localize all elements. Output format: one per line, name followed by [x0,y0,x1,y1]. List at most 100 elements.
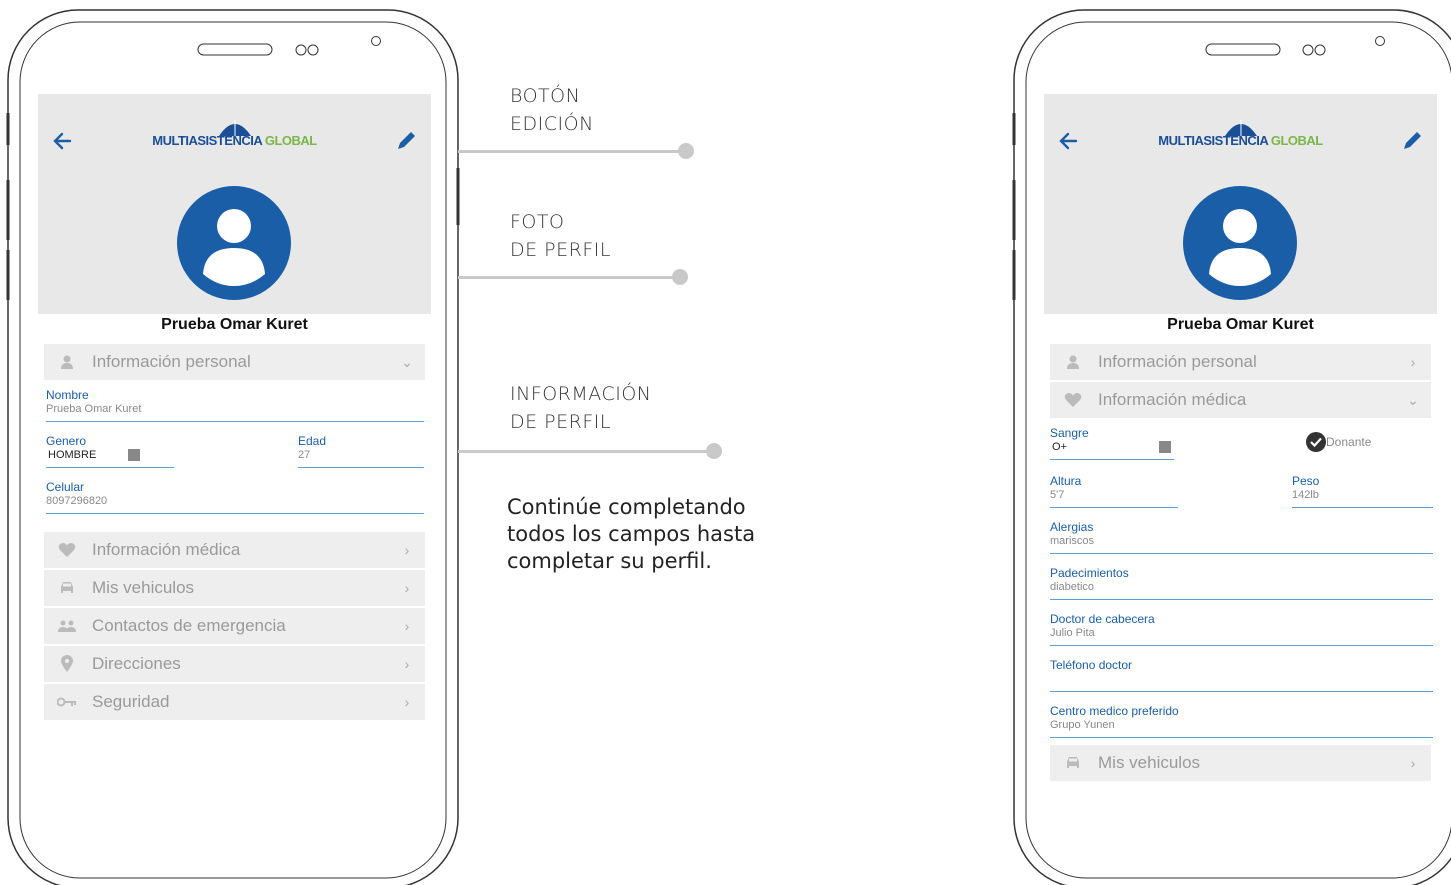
pencil-icon[interactable] [393,128,419,154]
car-icon [1060,755,1086,771]
altura-field[interactable]: Altura 5'7 [1050,474,1178,508]
section-label: Direcciones [92,654,181,673]
genero-select[interactable]: Genero HOMBRE [46,434,174,468]
field-value: Julio Pita [1050,627,1095,639]
section-medical-info[interactable]: Información médica ⌄ [1050,382,1431,418]
field-label: Celular [46,480,85,494]
callout-edit-line [458,150,686,153]
field-label: Teléfono doctor [1050,658,1133,672]
callout-profile-photo: FOTO DE PERFIL [510,211,611,261]
field-value: O+ [1052,441,1174,454]
telefono-doctor-field[interactable]: Teléfono doctor [1050,658,1433,692]
field-value: 27 [298,449,311,461]
donante-checkbox[interactable]: Donante [1306,432,1371,452]
section-label: Información médica [92,540,241,559]
section-addresses[interactable]: Direcciones › [44,646,425,682]
brand-logo: MULTIASISTENCIA GLOBAL [1044,118,1437,150]
section-personal-info[interactable]: Información personal › [1050,344,1431,380]
people-icon [54,619,80,633]
heart-icon [54,542,80,558]
dropdown-arrow-icon[interactable] [128,449,141,462]
centro-medico-field[interactable]: Centro medico preferido Grupo Yunen [1050,704,1433,738]
field-value: diabetico [1050,581,1095,593]
chevron-right-icon: › [1410,755,1416,771]
padecimientos-field[interactable]: Padecimientos diabetico [1050,566,1433,600]
field-label: Edad [298,434,327,448]
section-vehicles[interactable]: Mis vehiculos › [44,570,425,606]
chevron-right-icon: › [404,694,410,710]
person-icon [54,354,80,370]
section-label: Información personal [1098,352,1257,371]
section-label: Información personal [92,352,251,371]
field-value: 8097296820 [46,495,108,507]
avatar[interactable] [1183,186,1297,300]
field-value: 5'7 [1050,489,1065,501]
key-icon [54,696,80,708]
alergias-field[interactable]: Alergias mariscos [1050,520,1433,554]
peso-field[interactable]: Peso 142lb [1292,474,1433,508]
section-vehicles[interactable]: Mis vehiculos › [1050,745,1431,781]
sangre-select[interactable]: Sangre O+ [1050,426,1174,460]
field-value: HOMBRE [48,449,174,462]
callout-edit-button: BOTÓN EDICIÓN [510,85,594,135]
field-label: Genero [46,434,87,448]
chevron-down-icon: ⌄ [401,353,413,370]
brand-logo: MULTIASISTENCIA GLOBAL [38,118,431,150]
heart-icon [1060,392,1086,408]
person-icon [1060,354,1086,370]
chevron-right-icon: › [404,542,410,558]
dropdown-arrow-icon[interactable] [1158,441,1171,454]
field-label: Centro medico preferido [1050,704,1179,718]
car-icon [54,580,80,596]
section-emergency-contacts[interactable]: Contactos de emergencia › [44,608,425,644]
section-label: Información médica [1098,390,1247,409]
logo-text-secondary: GLOBAL [261,133,317,148]
field-label: Alergias [1050,520,1094,534]
chevron-right-icon: › [404,656,410,672]
avatar[interactable] [177,186,291,300]
logo-text-primary: MULTIASISTENCIA [1158,133,1268,148]
chevron-down-icon: ⌄ [1407,391,1419,408]
chevron-right-icon: › [404,618,410,634]
doctor-field[interactable]: Doctor de cabecera Julio Pita [1050,612,1433,646]
callout-edit-dot [678,143,694,159]
edad-field[interactable]: Edad 27 [298,434,424,468]
section-label: Mis vehiculos [92,578,195,597]
chevron-right-icon: › [404,580,410,596]
instruction-text: Continúe completando todos los campos ha… [507,495,756,573]
section-security[interactable]: Seguridad › [44,684,425,720]
field-value: mariscos [1050,535,1095,547]
field-value: 142lb [1292,489,1319,501]
callout-profile-info: INFORMACIÓN DE PERFIL [510,383,652,433]
field-label: Altura [1050,474,1082,488]
logo-text-secondary: GLOBAL [1267,133,1323,148]
field-label: Nombre [46,388,89,402]
right-phone-screen: MULTIASISTENCIA GLOBAL Prueba Omar Kuret… [1044,94,1437,790]
chevron-right-icon: › [1410,354,1416,370]
section-label: Contactos de emergencia [92,616,286,635]
check-circle-icon[interactable] [1306,432,1326,452]
callout-photo-dot [672,269,688,285]
profile-name: Prueba Omar Kuret [161,316,308,333]
field-value: Grupo Yunen [1050,719,1115,731]
donante-label: Donante [1326,435,1372,449]
profile-name: Prueba Omar Kuret [1167,316,1314,333]
callout-info-dot [706,443,722,459]
field-label: Doctor de cabecera [1050,612,1155,626]
field-label: Sangre [1050,426,1089,440]
celular-field[interactable]: Celular 8097296820 [46,480,424,514]
left-phone-screen: MULTIASISTENCIA GLOBAL Prueba Omar Kuret… [38,94,431,790]
location-pin-icon [54,655,80,673]
pencil-icon[interactable] [1399,128,1425,154]
callout-photo-line [458,276,680,279]
field-label: Peso [1292,474,1320,488]
field-value: Prueba Omar Kuret [46,403,142,415]
nombre-field[interactable]: Nombre Prueba Omar Kuret [46,388,424,422]
field-label: Padecimientos [1050,566,1129,580]
section-label: Seguridad [92,692,170,711]
section-label: Mis vehiculos [1098,753,1201,772]
section-personal-info[interactable]: Información personal ⌄ [44,344,425,380]
section-medical-info[interactable]: Información médica › [44,532,425,568]
logo-text-primary: MULTIASISTENCIA [152,133,262,148]
callout-info-line [458,450,714,453]
